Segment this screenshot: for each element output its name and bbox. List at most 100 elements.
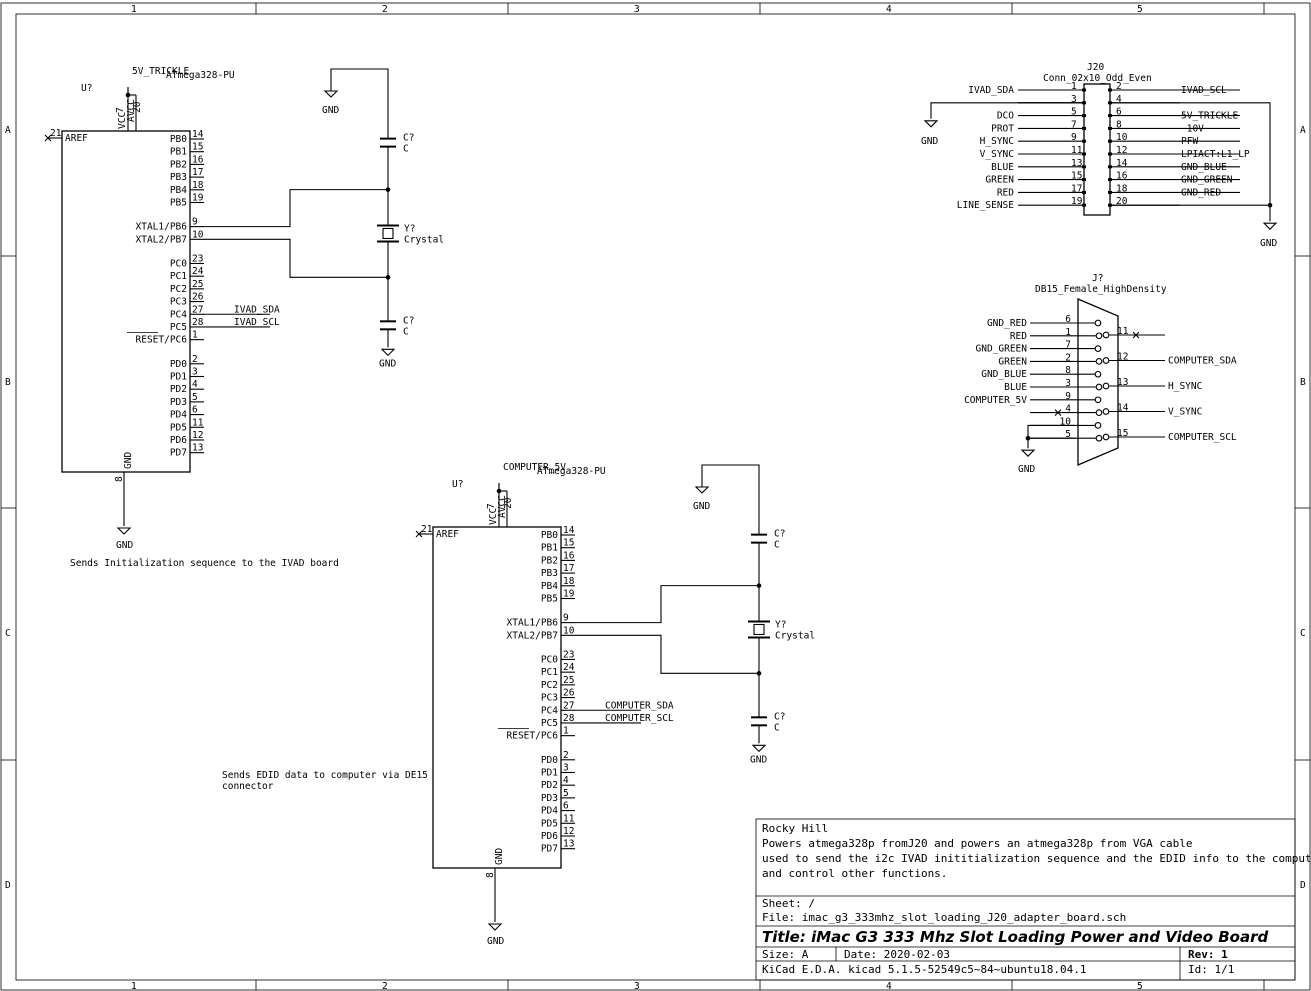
db15-pin-number: 3 [1065, 378, 1071, 389]
pin-name-pb0: PB0 [541, 530, 558, 541]
db15-pin-hole [1102, 382, 1110, 390]
pin-name-pc1: PC1 [541, 667, 558, 678]
db15-net-left: GND_GREEN [976, 344, 1028, 355]
pin-name-pb4: PB4 [170, 185, 187, 196]
j20-net-left: DCO [997, 111, 1014, 122]
db15-connector[interactable]: J? DB15_Female_HighDensity 6 GND_RED 1 RED 7… [964, 273, 1237, 475]
pin-name-pd2: PD2 [170, 384, 187, 395]
schematic-canvas: 1 2 3 4 5 1 2 3 4 5 A B C D A B C D U?AT… [0, 2, 1311, 991]
j20-pin-number: 2 [1116, 81, 1122, 92]
pin-name-xtal1-pb6: XTAL1/PB6 [136, 222, 188, 233]
pin-stub [1108, 178, 1112, 182]
pin-name-pd3: PD3 [170, 397, 187, 408]
pin-name-pb5: PB5 [170, 198, 187, 209]
pin-number: 13 [563, 839, 574, 850]
db15-pin-hole [1094, 345, 1102, 352]
pin-name-xtal2-pb7: XTAL2/PB7 [136, 234, 187, 245]
pin-number: 13 [192, 443, 203, 454]
crystal-body [753, 623, 765, 636]
col-label-1-bottom: 1 [131, 981, 137, 991]
gnd-pin-label: GND [494, 848, 505, 865]
avcc-num: 20 [503, 497, 514, 509]
crystal-value: Crystal [404, 234, 444, 245]
pin-number: 2 [563, 750, 569, 761]
cap-ref: C? [403, 133, 414, 144]
gnd-triangle [380, 348, 396, 357]
pin-number: 10 [192, 229, 204, 240]
cap-value: C [403, 326, 409, 337]
j20-net-left: V_SYNC [980, 149, 1014, 160]
pin-number: 17 [192, 167, 203, 178]
row-label-b-right: B [1300, 377, 1306, 388]
gnd-symbol: GND [1260, 222, 1277, 249]
mcu1-note: Sends Initialization sequence to the IVA… [70, 558, 339, 569]
gnd-label: GND [693, 501, 710, 512]
mcu-1[interactable]: U?ATmega328-PU5V_TRICKLEVCCAVCC7 20AREF21… [44, 66, 444, 569]
j20-connector[interactable]: J20 Conn_02x10_Odd_Even 1 2IVAD_SDA IVAD_S… [921, 62, 1277, 249]
capacitor: C?C [380, 315, 414, 337]
gnd-triangle [923, 120, 939, 128]
pin-name-pd4: PD4 [541, 806, 558, 817]
j20-net-right: PFW [1181, 136, 1198, 147]
pin-name-pd3: PD3 [541, 793, 558, 804]
title-block: Rocky Hill Powers atmega328p fromJ20 and… [755, 818, 1311, 981]
pin-name-pb5: PB5 [541, 594, 558, 605]
db15-net-left: GREEN [998, 356, 1027, 367]
pin-name-pd2: PD2 [541, 780, 558, 791]
pin-number: 19 [192, 193, 204, 204]
db15-pin-number: 11 [1117, 326, 1129, 337]
db15-net-left: BLUE [1004, 382, 1027, 393]
row-label-c-right: C [1300, 628, 1306, 639]
mcu-2[interactable]: U?ATmega328-PUCOMPUTER_5VVCCAVCC7 20AREF2… [222, 462, 815, 947]
j20-pin-number: 13 [1071, 158, 1082, 169]
j20-net-left: PROT [991, 123, 1014, 134]
aref-num: 21 [421, 524, 433, 535]
row-label-d: D [5, 880, 11, 891]
j20-pin-number: 6 [1116, 107, 1122, 118]
row-label-c: C [5, 628, 11, 639]
db15-value: DB15_Female_HighDensity [1035, 284, 1167, 295]
rev-text: Rev: 1 [1188, 948, 1228, 961]
gnd-triangle [694, 486, 710, 494]
gnd-num: 8 [114, 476, 125, 482]
gnd-symbol: GND [921, 120, 939, 147]
db15-pin-hole [1094, 422, 1102, 429]
pin-name-pd1: PD1 [170, 371, 187, 382]
author-text: Rocky Hill [762, 822, 828, 835]
j20-pin-number: 5 [1071, 107, 1077, 118]
pin-name-pd6: PD6 [541, 831, 558, 842]
j20-net-right: GND_RED [1181, 187, 1221, 198]
j20-pin-number: 1 [1071, 81, 1077, 92]
pin-stub [1082, 178, 1086, 182]
db15-pin-number: 2 [1065, 352, 1071, 363]
pin-name-pb3: PB3 [170, 172, 187, 183]
j20-pin-number: 11 [1071, 145, 1083, 156]
gnd-label: GND [1018, 464, 1035, 475]
pin-number: 19 [563, 589, 575, 600]
gnd-symbol: GND [487, 923, 504, 947]
pin-number: 15 [563, 538, 574, 549]
pin-stub [1108, 152, 1112, 156]
j20-net-left: GREEN [985, 175, 1014, 186]
j20-value: Conn_02x10_Odd_Even [1043, 73, 1152, 84]
pin-number: 10 [563, 625, 575, 636]
scl-net-label: COMPUTER_SCL [605, 713, 674, 724]
j20-pin-number: 7 [1071, 119, 1077, 130]
pin-name-pd5: PD5 [170, 422, 187, 433]
db15-pin-hole [1094, 396, 1102, 404]
pin-stub [1108, 114, 1112, 118]
pin-name-pd7: PD7 [170, 448, 187, 459]
j20-pin-number: 10 [1116, 132, 1128, 143]
j20-pin-number: 8 [1116, 119, 1122, 130]
cap-ref: C? [403, 315, 414, 326]
pin-number: 9 [192, 217, 198, 228]
vcc-num: 7 [486, 503, 497, 509]
pin-stub [1082, 126, 1086, 130]
power-net-label: COMPUTER_5V [503, 462, 566, 473]
pin-number: 5 [192, 392, 198, 403]
pin-name-pd0: PD0 [170, 359, 187, 370]
db15-net-left: GND_RED [987, 318, 1027, 329]
db15-pin-number: 4 [1065, 404, 1071, 415]
pin-name-pc4: PC4 [541, 705, 558, 716]
pin-number: 4 [563, 775, 569, 786]
